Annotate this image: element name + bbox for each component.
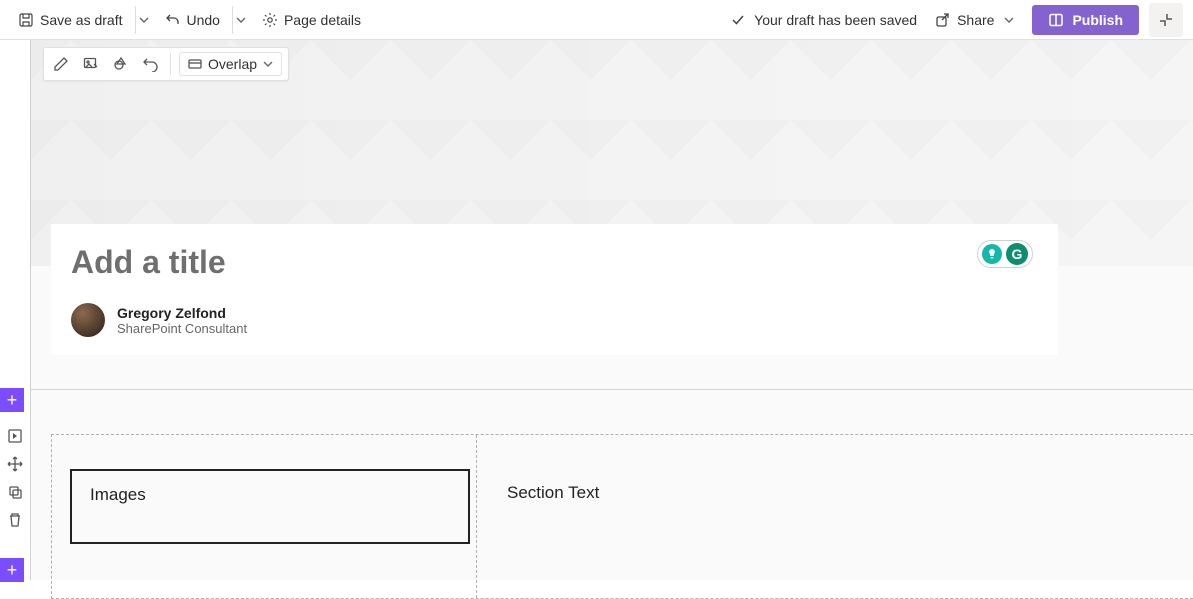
layout-overlap-dropdown[interactable]: Overlap: [179, 52, 282, 76]
save-as-draft-label: Save as draft: [40, 12, 123, 28]
images-webpart-label: Images: [90, 485, 146, 505]
chevron-down-icon: [1004, 15, 1014, 25]
publish-button[interactable]: Publish: [1032, 5, 1139, 35]
page-editor: Overlap Add a title G Gregory Zelfond Sh…: [30, 40, 1193, 580]
save-as-draft-chevron[interactable]: [135, 6, 153, 34]
image-edit-icon[interactable]: [80, 53, 102, 75]
title-area: Add a title G Gregory Zelfond SharePoint…: [51, 224, 1058, 355]
section-text-label: Section Text: [507, 469, 1163, 503]
lightbulb-icon: [982, 244, 1002, 264]
top-command-bar: Save as draft Undo Page details: [0, 0, 1193, 40]
move-section-icon[interactable]: [3, 452, 27, 476]
collapse-icon: [1158, 12, 1174, 28]
share-button[interactable]: Share: [927, 8, 1022, 32]
author-name: Gregory Zelfond: [117, 305, 247, 321]
toolbar-separator: [170, 53, 171, 75]
undo-button[interactable]: Undo: [157, 8, 228, 32]
column-2[interactable]: Section Text: [477, 435, 1193, 598]
grammarly-icon: G: [1006, 243, 1028, 265]
reset-icon[interactable]: [140, 53, 162, 75]
save-status: Your draft has been saved: [730, 12, 917, 28]
title-placeholder[interactable]: Add a title: [71, 244, 1038, 281]
two-column-section: Images Section Text: [51, 434, 1193, 599]
add-section-bottom-button[interactable]: +: [0, 558, 24, 582]
undo-chevron[interactable]: [232, 6, 250, 34]
save-icon: [18, 12, 34, 28]
save-status-label: Your draft has been saved: [754, 12, 917, 28]
chevron-down-icon: [263, 59, 273, 69]
edit-icon[interactable]: [50, 53, 72, 75]
edit-section-icon[interactable]: [3, 424, 27, 448]
gear-icon: [262, 12, 278, 28]
share-icon: [935, 12, 951, 28]
overlap-label: Overlap: [208, 56, 257, 72]
panel-icon: [1048, 12, 1064, 28]
author-role: SharePoint Consultant: [117, 321, 247, 336]
column-1[interactable]: Images: [52, 435, 477, 598]
publish-label: Publish: [1072, 12, 1123, 28]
page-details-button[interactable]: Page details: [254, 8, 369, 32]
author-block: Gregory Zelfond SharePoint Consultant: [71, 303, 1038, 337]
duplicate-section-icon[interactable]: [3, 480, 27, 504]
shapes-icon[interactable]: [110, 53, 132, 75]
writing-assist-badge[interactable]: G: [977, 240, 1033, 268]
section-divider: [31, 389, 1193, 390]
hero-toolbar: Overlap: [43, 47, 289, 81]
collapse-button[interactable]: [1149, 3, 1183, 37]
images-webpart[interactable]: Images: [70, 469, 470, 544]
checkmark-icon: [730, 12, 746, 28]
undo-label: Undo: [187, 12, 220, 28]
share-label: Share: [957, 12, 994, 28]
add-section-top-button[interactable]: +: [0, 388, 24, 412]
layout-icon: [188, 57, 202, 71]
section-rail: + +: [0, 388, 27, 582]
save-as-draft-button[interactable]: Save as draft: [10, 8, 131, 32]
undo-icon: [165, 12, 181, 28]
delete-section-icon[interactable]: [3, 508, 27, 532]
avatar: [71, 303, 105, 337]
page-details-label: Page details: [284, 12, 361, 28]
